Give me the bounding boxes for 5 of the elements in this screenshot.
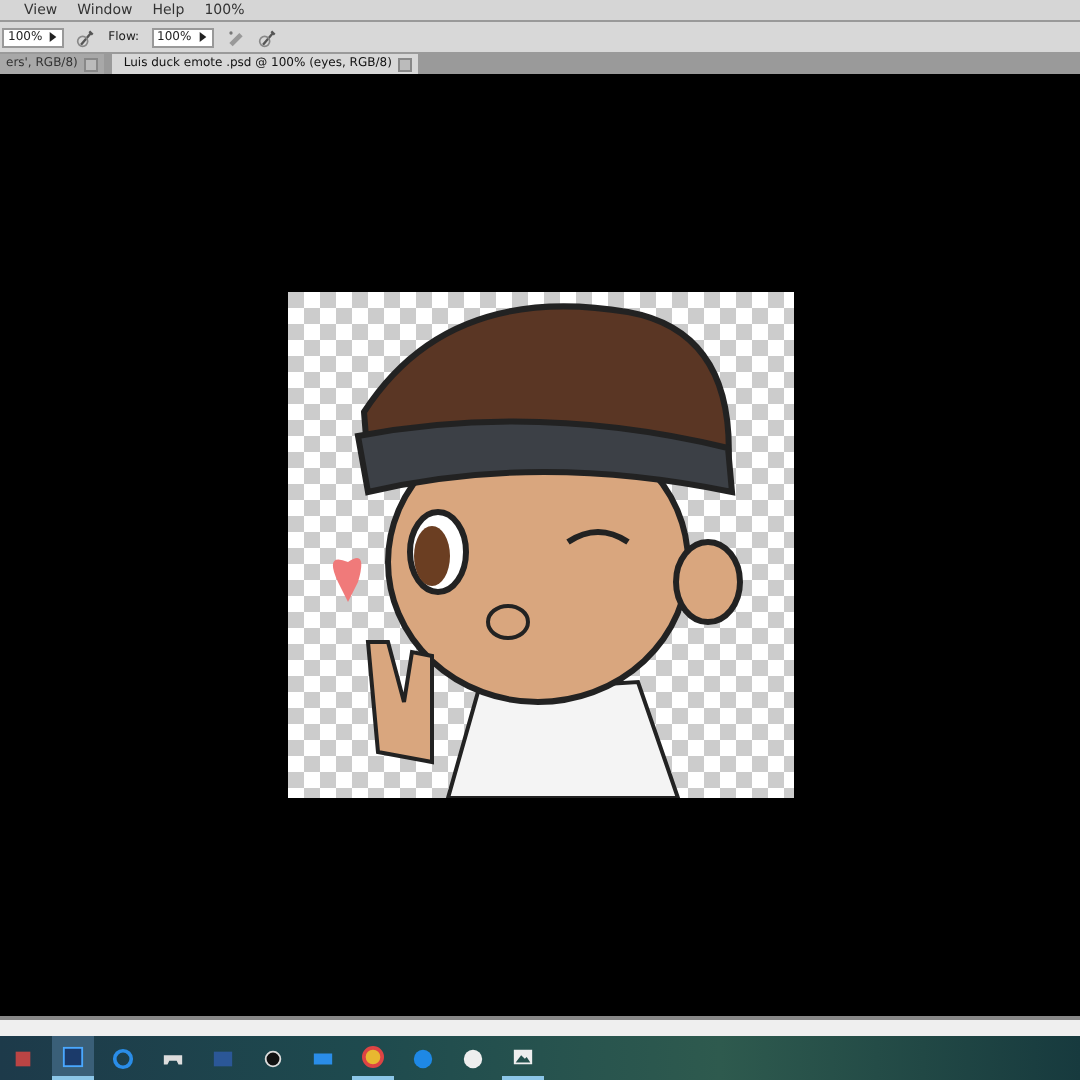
dropdown-arrow-icon[interactable] xyxy=(197,32,208,42)
dropdown-arrow-icon[interactable] xyxy=(48,32,59,42)
brush-icon[interactable] xyxy=(76,27,97,47)
brush-icon[interactable] xyxy=(257,27,278,47)
taskbar-app-icon[interactable] xyxy=(52,1036,94,1080)
